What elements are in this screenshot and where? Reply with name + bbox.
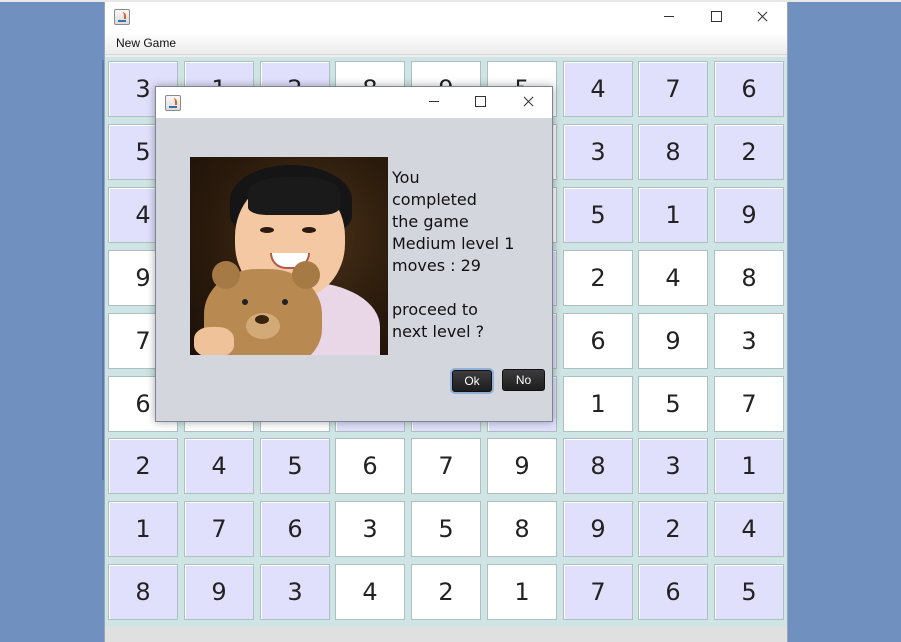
message-line: You <box>392 168 420 187</box>
sudoku-cell[interactable]: 6 <box>638 564 708 620</box>
sudoku-cell[interactable]: 2 <box>563 250 633 306</box>
sudoku-cell[interactable]: 1 <box>487 564 557 620</box>
sudoku-cell[interactable]: 7 <box>638 61 708 117</box>
sudoku-cell[interactable]: 6 <box>714 61 784 117</box>
message-line: proceed to <box>392 300 478 319</box>
sudoku-cell[interactable]: 6 <box>335 438 405 494</box>
message-line: Medium level 1 <box>392 234 515 253</box>
sudoku-cell[interactable]: 7 <box>714 376 784 432</box>
sudoku-cell[interactable]: 5 <box>638 376 708 432</box>
sudoku-cell[interactable]: 1 <box>563 376 633 432</box>
menu-new-game[interactable]: New Game <box>111 35 181 51</box>
sudoku-cell[interactable]: 5 <box>714 564 784 620</box>
sudoku-cell[interactable]: 2 <box>411 564 481 620</box>
sudoku-cell[interactable]: 6 <box>563 313 633 369</box>
ok-button[interactable]: Ok <box>452 370 492 392</box>
java-app-icon <box>114 9 130 25</box>
sudoku-cell[interactable]: 3 <box>638 438 708 494</box>
dialog-titlebar[interactable] <box>156 87 552 118</box>
sudoku-cell[interactable]: 3 <box>714 313 784 369</box>
close-icon[interactable] <box>506 87 552 118</box>
message-line: moves : 29 <box>392 256 481 275</box>
sudoku-cell[interactable]: 7 <box>411 438 481 494</box>
minimize-icon[interactable] <box>646 2 692 32</box>
maximize-icon[interactable] <box>457 87 503 118</box>
sudoku-cell[interactable]: 8 <box>108 564 178 620</box>
sudoku-cell[interactable]: 5 <box>260 438 330 494</box>
sudoku-cell[interactable]: 7 <box>184 501 254 557</box>
sudoku-cell[interactable]: 8 <box>638 124 708 180</box>
completion-dialog: You completed the game Medium level 1 mo… <box>155 86 553 422</box>
sudoku-cell[interactable]: 2 <box>714 124 784 180</box>
minimize-icon[interactable] <box>411 87 457 118</box>
sudoku-cell[interactable]: 8 <box>714 250 784 306</box>
sudoku-cell[interactable]: 7 <box>563 564 633 620</box>
sudoku-cell[interactable]: 4 <box>184 438 254 494</box>
sudoku-cell[interactable]: 1 <box>714 438 784 494</box>
sudoku-cell[interactable]: 9 <box>563 501 633 557</box>
sudoku-cell[interactable]: 6 <box>260 501 330 557</box>
sudoku-cell[interactable]: 5 <box>411 501 481 557</box>
sudoku-cell[interactable]: 3 <box>335 501 405 557</box>
sudoku-cell[interactable]: 5 <box>563 187 633 243</box>
message-line: next level ? <box>392 322 485 341</box>
sudoku-cell[interactable]: 9 <box>184 564 254 620</box>
sudoku-cell[interactable]: 3 <box>563 124 633 180</box>
sudoku-cell[interactable]: 4 <box>714 501 784 557</box>
sudoku-cell[interactable]: 9 <box>487 438 557 494</box>
menu-bar: New Game <box>105 32 787 55</box>
sudoku-cell[interactable]: 4 <box>335 564 405 620</box>
sudoku-cell[interactable]: 1 <box>108 501 178 557</box>
message-line <box>392 277 542 299</box>
completion-message: You completed the game Medium level 1 mo… <box>392 167 542 343</box>
sudoku-cell[interactable]: 4 <box>563 61 633 117</box>
no-button[interactable]: No <box>502 369 545 391</box>
message-line: the game <box>392 212 469 231</box>
sudoku-cell[interactable]: 8 <box>563 438 633 494</box>
sudoku-cell[interactable]: 1 <box>638 187 708 243</box>
sudoku-cell[interactable]: 4 <box>638 250 708 306</box>
sudoku-cell[interactable]: 2 <box>108 438 178 494</box>
close-icon[interactable] <box>740 2 786 32</box>
maximize-icon[interactable] <box>693 2 739 32</box>
window-titlebar[interactable] <box>105 2 787 32</box>
java-app-icon <box>165 95 181 111</box>
sudoku-cell[interactable]: 2 <box>638 501 708 557</box>
sudoku-cell[interactable]: 9 <box>714 187 784 243</box>
message-line: completed <box>392 190 477 209</box>
sudoku-cell[interactable]: 8 <box>487 501 557 557</box>
sudoku-cell[interactable]: 9 <box>638 313 708 369</box>
child-with-teddy-bear-photo <box>190 157 388 355</box>
sudoku-cell[interactable]: 3 <box>260 564 330 620</box>
